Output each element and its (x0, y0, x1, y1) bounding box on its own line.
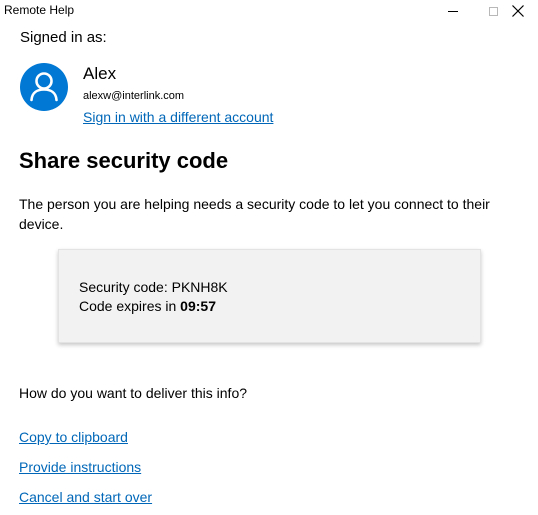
security-code-label: Security code: (79, 279, 172, 295)
minimize-icon (448, 10, 458, 12)
cancel-and-start-over-link[interactable]: Cancel and start over (19, 489, 152, 505)
user-avatar-icon (20, 63, 68, 111)
close-button[interactable] (498, 0, 538, 22)
security-code-line: Security code: PKNH8K (79, 279, 228, 295)
code-expiry-label: Code expires in (79, 298, 181, 314)
instructions-text: The person you are helping needs a secur… (19, 196, 490, 232)
signed-in-label: Signed in as: (20, 29, 107, 46)
provide-instructions-link[interactable]: Provide instructions (19, 459, 141, 475)
security-code-card: Security code: PKNH8K Code expires in 09… (58, 249, 481, 343)
security-code-value: PKNH8K (171, 279, 228, 295)
code-expiry-line: Code expires in 09:57 (79, 298, 216, 314)
code-expiry-timer: 09:57 (180, 298, 216, 314)
close-icon (512, 5, 524, 17)
user-email: alexw@interlink.com (83, 90, 185, 102)
title-bar: Remote Help (0, 0, 538, 22)
copy-to-clipboard-link[interactable]: Copy to clipboard (19, 429, 128, 445)
maximize-icon (488, 6, 498, 16)
minimize-button[interactable] (433, 0, 473, 22)
sign-in-different-account-link[interactable]: Sign in with a different account (83, 109, 273, 125)
page-title: Share security code (19, 148, 229, 173)
user-name: Alex (83, 64, 117, 83)
deliver-question: How do you want to deliver this info? (19, 385, 248, 401)
window-title: Remote Help (4, 3, 75, 17)
